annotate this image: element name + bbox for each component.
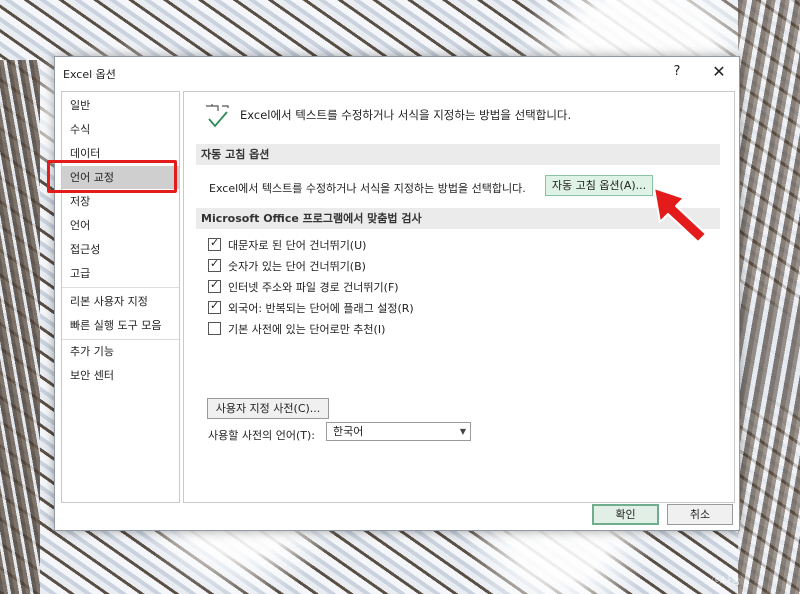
checkmark-icon: ✓ <box>210 257 220 270</box>
nav-item-formulas[interactable]: 수식 <box>62 118 179 141</box>
proofing-pane: Excel에서 텍스트를 수정하거나 서식을 지정하는 방법을 선택합니다. 자… <box>183 91 735 503</box>
option-label: 대문자로 된 단어 건너뛰기(U) <box>228 239 367 252</box>
nav-item-add-ins[interactable]: 추가 기능 <box>62 340 179 363</box>
watermark: ⓒ나눔 <box>712 576 741 587</box>
checkbox[interactable]: ✓ <box>208 257 221 272</box>
nav-divider <box>62 287 179 288</box>
dictionary-language-label: 사용할 사전의 언어(T): <box>208 429 315 442</box>
dictionary-language-value: 한국어 <box>333 425 364 438</box>
autocorrect-options-button[interactable]: 자동 고침 옵션(A)... <box>545 175 653 196</box>
autocorrect-section-header: 자동 고침 옵션 <box>196 144 720 165</box>
proofing-check-icon <box>206 104 229 128</box>
option-label: 인터넷 주소와 파일 경로 건너뛰기(F) <box>228 281 399 294</box>
nav-item-save[interactable]: 저장 <box>62 190 179 213</box>
title-bar: Excel 옵션 ? ✕ <box>55 57 739 89</box>
background-branch <box>0 60 40 594</box>
cancel-button[interactable]: 취소 <box>667 504 733 525</box>
nav-item-advanced[interactable]: 고급 <box>62 262 179 285</box>
checkbox[interactable]: ✓ <box>208 278 221 293</box>
ok-button[interactable]: 확인 <box>592 504 659 525</box>
checkbox[interactable]: ✓ <box>208 236 221 251</box>
option-label: 외국어: 반복되는 단어에 플래그 설정(R) <box>228 302 414 315</box>
red-pointer-arrow-icon <box>653 187 707 243</box>
nav-item-trust-center[interactable]: 보안 센터 <box>62 364 179 387</box>
option-main-dictionary-only[interactable]: 기본 사전에 있는 단어로만 추천(I) <box>208 321 385 339</box>
checkmark-icon: ✓ <box>210 278 220 291</box>
help-button[interactable]: ? <box>669 64 685 79</box>
option-label: 기본 사전에 있는 단어로만 추천(I) <box>228 323 386 336</box>
pane-description: Excel에서 텍스트를 수정하거나 서식을 지정하는 방법을 선택합니다. <box>240 108 572 122</box>
nav-item-customize-ribbon[interactable]: 리본 사용자 지정 <box>62 290 179 313</box>
dialog-title: Excel 옵션 <box>63 68 116 81</box>
excel-options-dialog: Excel 옵션 ? ✕ 일반 수식 데이터 언어 교정 저장 언어 접근성 고… <box>54 56 740 531</box>
options-nav: 일반 수식 데이터 언어 교정 저장 언어 접근성 고급 리본 사용자 지정 빠… <box>61 91 180 503</box>
nav-item-language[interactable]: 언어 <box>62 214 179 237</box>
checkbox[interactable] <box>208 322 221 335</box>
dictionary-language-select[interactable]: 한국어 ▼ <box>326 422 471 441</box>
highlight-box <box>47 160 177 193</box>
dropdown-arrow-icon: ▼ <box>459 427 466 436</box>
option-flag-repeated-words[interactable]: ✓ 외국어: 반복되는 단어에 플래그 설정(R) <box>208 299 414 318</box>
close-button[interactable]: ✕ <box>707 61 731 83</box>
background-branch <box>738 0 800 594</box>
nav-item-quick-access-toolbar[interactable]: 빠른 실행 도구 모음 <box>62 314 179 337</box>
checkmark-icon: ✓ <box>210 299 220 312</box>
option-ignore-uppercase[interactable]: ✓ 대문자로 된 단어 건너뛰기(U) <box>208 236 367 255</box>
nav-item-accessibility[interactable]: 접근성 <box>62 238 179 261</box>
custom-dictionaries-button[interactable]: 사용자 지정 사전(C)... <box>207 398 329 419</box>
nav-item-general[interactable]: 일반 <box>62 94 179 117</box>
checkmark-icon: ✓ <box>210 236 220 249</box>
autocorrect-description: Excel에서 텍스트를 수정하거나 서식을 지정하는 방법을 선택합니다. <box>209 182 526 195</box>
option-label: 숫자가 있는 단어 건너뛰기(B) <box>228 260 366 273</box>
checkbox[interactable]: ✓ <box>208 299 221 314</box>
option-ignore-numbers[interactable]: ✓ 숫자가 있는 단어 건너뛰기(B) <box>208 257 366 276</box>
spelling-section-header: Microsoft Office 프로그램에서 맞춤법 검사 <box>196 208 720 229</box>
option-ignore-internet-paths[interactable]: ✓ 인터넷 주소와 파일 경로 건너뛰기(F) <box>208 278 399 297</box>
